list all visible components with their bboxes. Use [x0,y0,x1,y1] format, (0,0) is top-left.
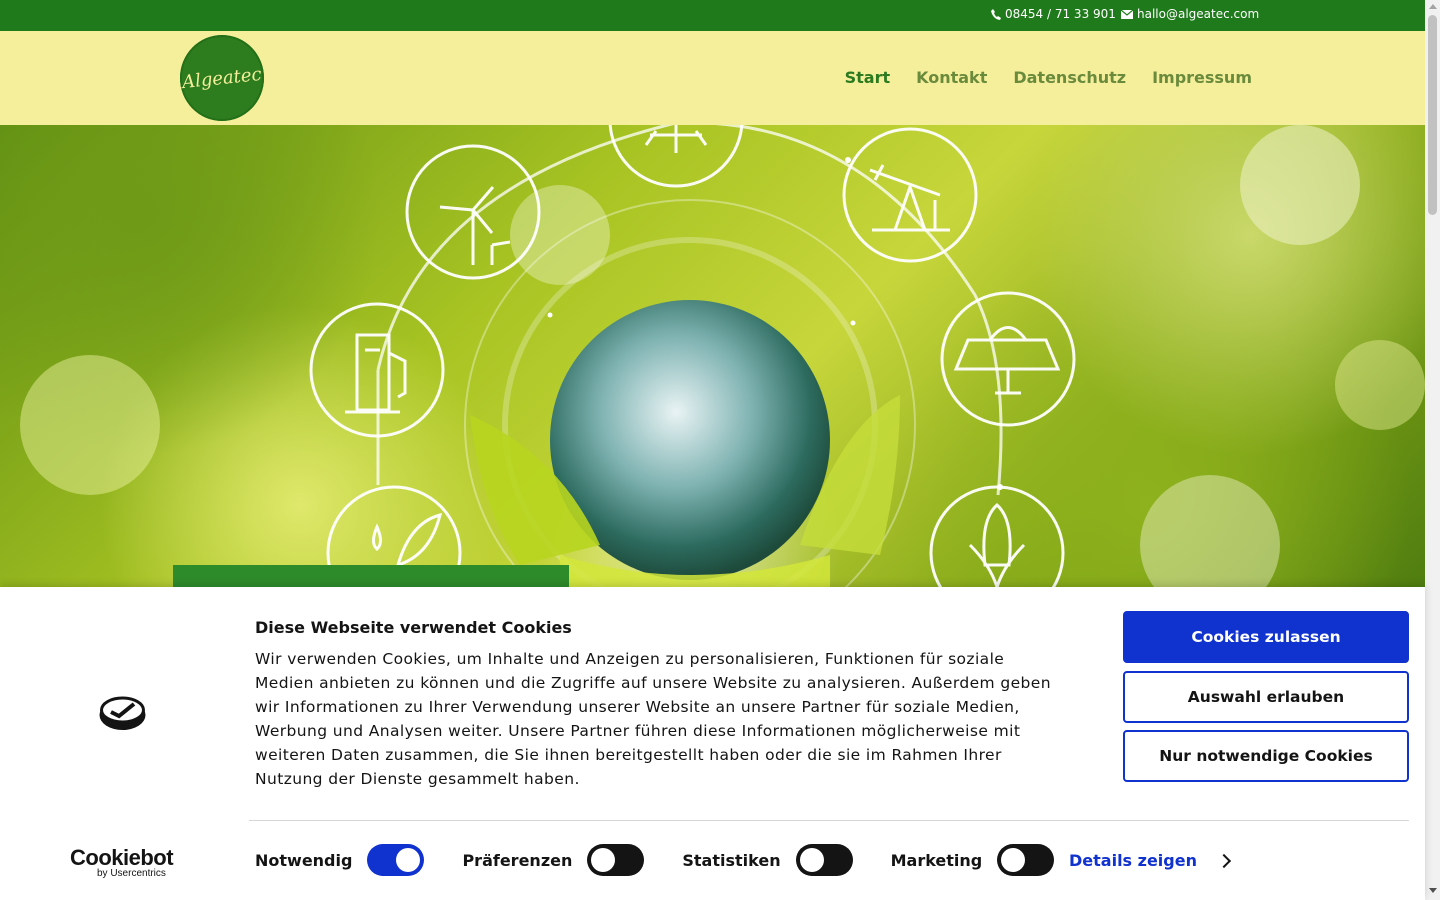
toggle-label-marketing: Marketing [890,850,983,870]
email-address: hallo@algeatec.com [1137,7,1260,21]
toggle-knob [396,848,421,872]
toggle-notwendig[interactable] [367,844,425,876]
email-contact[interactable]: hallo@algeatec.com [1121,7,1259,21]
hero-image [0,125,1425,587]
top-bar: 08454 / 71 33 901 hallo@algeatec.com [0,0,1425,31]
allow-all-cookies-button[interactable]: Cookies zulassen [1123,611,1409,663]
toggle-label-praeferenzen: Präferenzen [462,850,573,870]
cookiebot-logo-icon [99,696,146,730]
phone-icon [991,8,1001,20]
cookie-category-toggles: Notwendig Präferenzen Statistiken Market… [255,844,1092,876]
cookie-title: Diese Webseite verwendet Cookies [255,618,572,637]
nav-item-start[interactable]: Start [845,68,891,87]
toggle-group-notwendig: Notwendig [255,844,425,876]
cookie-divider [249,820,1409,821]
show-details-link[interactable]: Details zeigen [1069,851,1232,870]
show-details-label: Details zeigen [1069,851,1197,870]
toggle-label-notwendig: Notwendig [255,850,353,870]
toggle-group-marketing: Marketing [891,844,1055,876]
site-logo[interactable]: Algeatec [180,35,264,121]
cookiebot-brand: Cookiebot by Usercentrics [70,845,174,879]
cookie-description: Wir verwenden Cookies, um Inhalte und An… [255,650,1051,788]
cookie-banner: Cookiebot by Usercentrics Diese Webseite… [0,587,1425,900]
necessary-only-button[interactable]: Nur notwendige Cookies [1123,730,1409,782]
mail-icon [1121,9,1133,19]
main-nav: Start Kontakt Datenschutz Impressum [845,68,1252,87]
toggle-knob [799,848,824,872]
site-header: Algeatec Start Kontakt Datenschutz Impre… [0,31,1425,125]
phone-contact[interactable]: 08454 / 71 33 901 [991,7,1116,21]
scroll-down-arrow-icon[interactable] [1429,888,1437,893]
chevron-right-icon [1216,853,1232,868]
toggle-group-statistiken: Statistiken [682,844,853,876]
hero-caption-box [173,565,569,587]
cookiebot-byline: by Usercentrics [97,868,166,879]
allow-selection-button[interactable]: Auswahl erlauben [1123,671,1409,723]
toggle-knob [591,848,616,872]
toggle-group-praeferenzen: Präferenzen [462,844,645,876]
scroll-up-arrow-icon[interactable] [1429,4,1437,9]
nav-item-datenschutz[interactable]: Datenschutz [1013,68,1126,87]
scrollbar-thumb[interactable] [1428,15,1437,215]
nav-item-kontakt[interactable]: Kontakt [916,68,987,87]
toggle-label-statistiken: Statistiken [682,850,781,870]
toggle-marketing[interactable] [997,844,1055,876]
nav-item-impressum[interactable]: Impressum [1152,68,1252,87]
hero-illustration [20,125,1425,587]
phone-number: 08454 / 71 33 901 [1005,7,1116,21]
logo-text: Algeatec [181,63,263,93]
toggle-praeferenzen[interactable] [587,844,645,876]
toggle-statistiken[interactable] [795,844,853,876]
toggle-knob [1001,848,1026,872]
